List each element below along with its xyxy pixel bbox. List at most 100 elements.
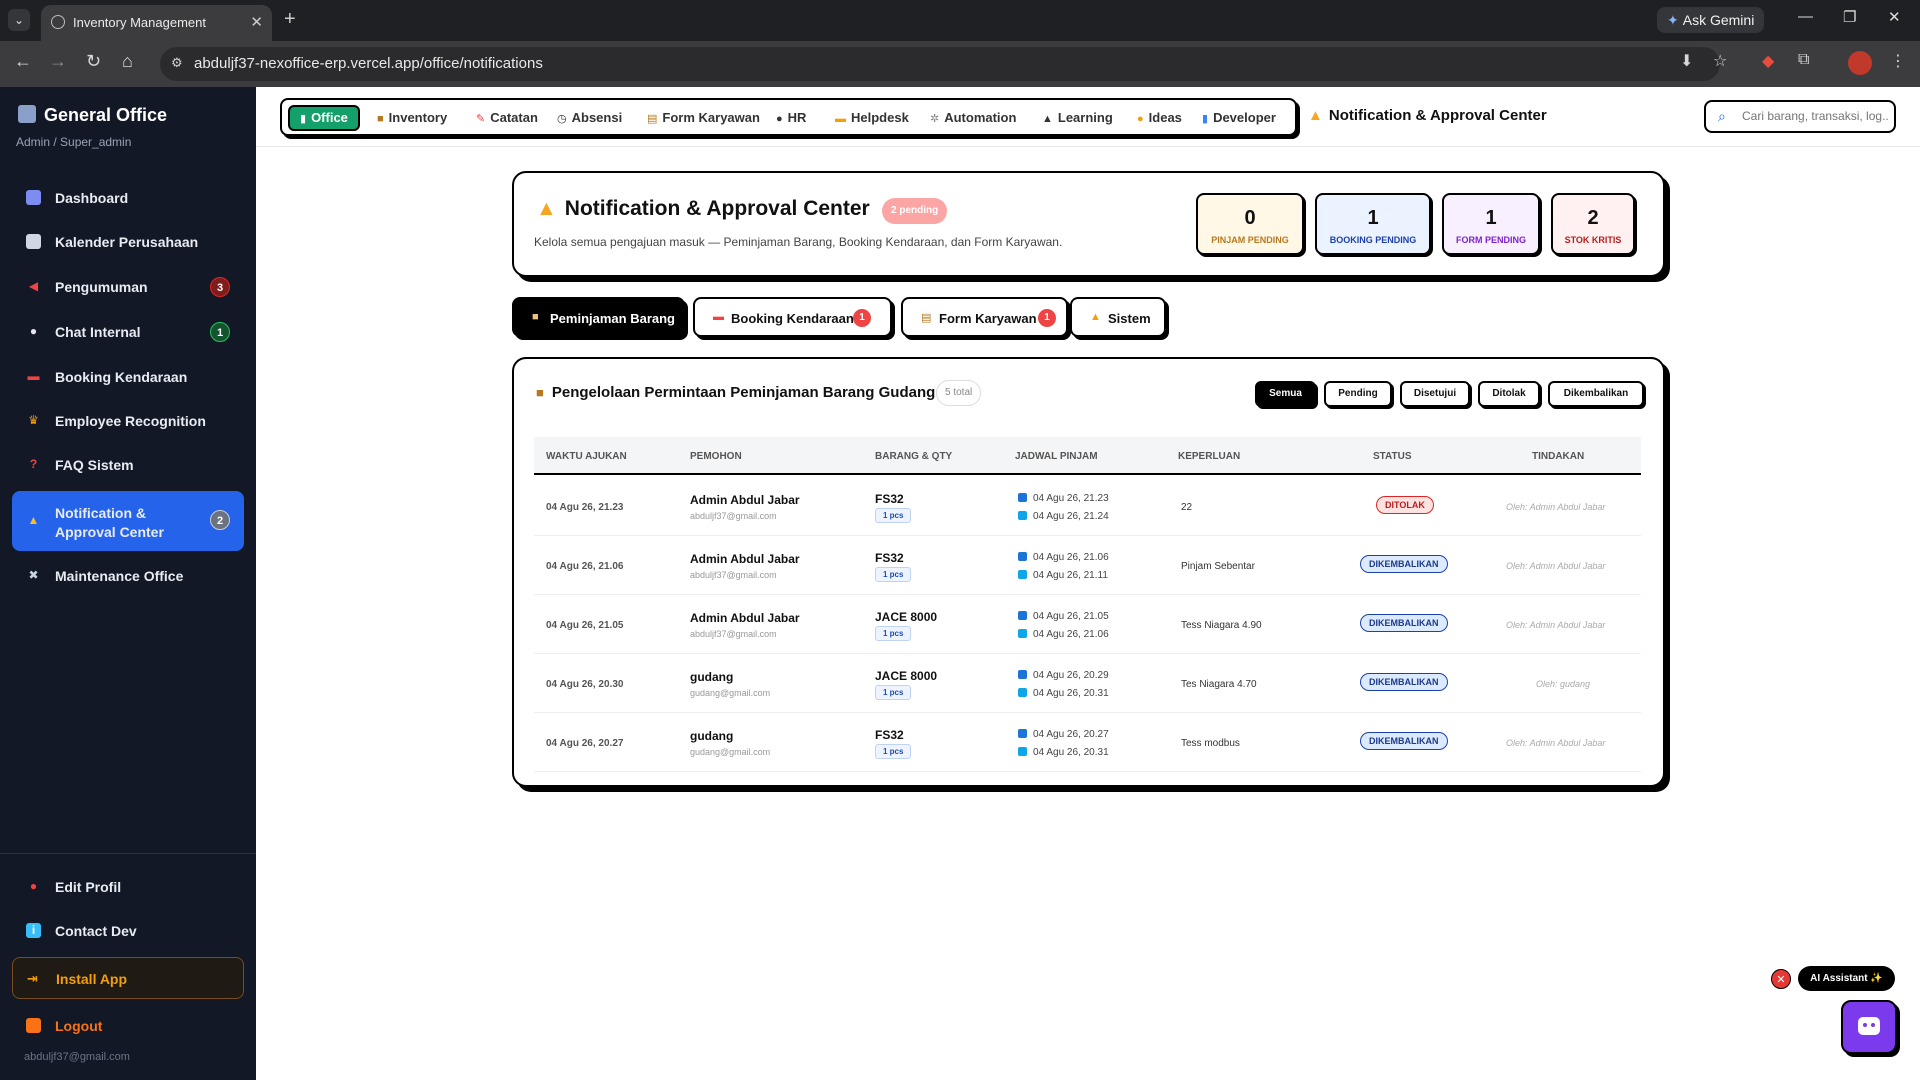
table-row[interactable]: 04 Agu 26, 21.05 Admin Abdul Jabar abduljf… xyxy=(534,595,1641,654)
tab-booking-kendaraan[interactable]: ▬ Booking Kendaraan 1 xyxy=(693,297,892,337)
lightbulb-icon: ● xyxy=(1137,113,1144,125)
logout-button[interactable]: Logout xyxy=(12,1007,244,1045)
install-page-icon[interactable]: ⬇ xyxy=(1680,51,1693,71)
book-icon: ▮ xyxy=(1202,113,1209,125)
status-badge: DIKEMBALIKAN xyxy=(1360,732,1448,750)
nav-learning[interactable]: ▲ Learning xyxy=(1042,105,1113,131)
top-navigation: ▮ Office ■ Inventory ✎ Catatan ◷ Absensi ▤ Fo… xyxy=(256,87,1920,147)
page-subtitle: Kelola semua pengajuan masuk — Peminjama… xyxy=(534,235,1063,249)
bookmark-star-icon[interactable]: ☆ xyxy=(1713,51,1727,71)
sidebar-item-faq[interactable]: ? FAQ Sistem xyxy=(12,446,244,484)
person-icon: ● xyxy=(776,113,783,125)
table-header: WAKTU AJUKAN PEMOHON BARANG & QTY JADWAL… xyxy=(534,437,1641,475)
item-name: FS32 xyxy=(875,551,904,565)
filter-pending[interactable]: Pending xyxy=(1324,381,1392,407)
search-icon: ⌕ xyxy=(1718,108,1726,124)
install-app-button[interactable]: ⇥ Install App xyxy=(12,957,244,999)
sidebar-item-maintenance[interactable]: ✖ Maintenance Office xyxy=(12,557,244,595)
nav-catatan[interactable]: ✎ Catatan xyxy=(476,105,538,131)
close-tab-icon[interactable]: ✕ xyxy=(250,13,263,31)
address-bar[interactable]: ⚙ abduljf37-nexoffice-erp.vercel.app/off… xyxy=(160,47,1720,81)
request-time: 04 Agu 26, 21.05 xyxy=(546,620,624,631)
filter-dikembalikan[interactable]: Dikembalikan xyxy=(1548,381,1644,407)
sidebar-item-edit-profile[interactable]: ● Edit Profil xyxy=(12,868,244,906)
filter-ditolak[interactable]: Ditolak xyxy=(1478,381,1540,407)
table-row[interactable]: 04 Agu 26, 20.30 gudang gudang@gmail.com JA… xyxy=(534,654,1641,713)
action-by: Oleh: Admin Abdul Jabar xyxy=(1506,561,1606,571)
nav-absensi[interactable]: ◷ Absensi xyxy=(557,105,622,131)
stat-form-pending[interactable]: 1 FORM PENDING xyxy=(1442,193,1540,255)
sidebar-item-chat[interactable]: ● Chat Internal 1 xyxy=(12,313,244,351)
stat-pinjam-pending[interactable]: 0 PINJAM PENDING xyxy=(1196,193,1304,255)
table-row[interactable]: 04 Agu 26, 21.23 Admin Abdul Jabar abduljf… xyxy=(534,477,1641,536)
tab-sistem[interactable]: ▲ Sistem xyxy=(1070,297,1166,337)
minimize-icon[interactable]: — xyxy=(1798,8,1813,25)
ai-assistant-button[interactable] xyxy=(1841,1000,1897,1054)
current-page-title: ▲ Notification & Approval Center xyxy=(1308,107,1547,124)
new-tab-icon[interactable]: + xyxy=(284,8,296,31)
browser-tab-title: Inventory Management xyxy=(73,15,206,30)
sidebar-item-calendar[interactable]: Kalender Perusahaan xyxy=(12,223,244,261)
tab-peminjaman-barang[interactable]: ■ Peminjaman Barang xyxy=(512,297,685,337)
home-icon[interactable]: ⌂ xyxy=(122,51,133,72)
search-input[interactable] xyxy=(1742,109,1888,123)
tab-search-icon[interactable]: ⌄ xyxy=(8,9,30,31)
announcements-badge: 3 xyxy=(210,277,230,297)
filter-disetujui[interactable]: Disetujui xyxy=(1400,381,1470,407)
forward-icon[interactable]: → xyxy=(49,51,67,72)
purpose: Tes Niagara 4.70 xyxy=(1181,679,1257,690)
notification-center-badge: 2 xyxy=(210,510,230,530)
close-assistant-icon[interactable]: ✕ xyxy=(1771,969,1791,989)
booking-tab-badge: 1 xyxy=(853,309,871,327)
nav-automation[interactable]: ✲ Automation xyxy=(930,105,1016,131)
ask-gemini-button[interactable]: ✦ Ask Gemini xyxy=(1657,7,1765,33)
action-by: Oleh: Admin Abdul Jabar xyxy=(1506,738,1606,748)
browser-tab[interactable]: Inventory Management ✕ xyxy=(41,5,272,41)
list-title: ■ Pengelolaan Permintaan Peminjaman Baran… xyxy=(536,384,936,401)
nav-helpdesk[interactable]: ▬ Helpdesk xyxy=(835,105,909,131)
nav-ideas[interactable]: ● Ideas xyxy=(1137,105,1182,131)
sidebar-item-announcements[interactable]: ◀ Pengumuman 3 xyxy=(12,268,244,306)
nav-office[interactable]: ▮ Office xyxy=(288,105,360,131)
purpose: 22 xyxy=(1181,502,1193,513)
nav-form-karyawan[interactable]: ▤ Form Karyawan xyxy=(647,105,760,131)
schedule-end: 04 Agu 26, 21.11 xyxy=(1018,570,1108,581)
item-name: JACE 8000 xyxy=(875,610,938,624)
sidebar-item-vehicle-booking[interactable]: ▬ Booking Kendaraan xyxy=(12,358,244,396)
user-icon: ● xyxy=(29,879,38,893)
close-window-icon[interactable]: ✕ xyxy=(1888,8,1901,26)
sidebar-item-employee-recognition[interactable]: ♛ Employee Recognition xyxy=(12,402,244,440)
status-badge: DIKEMBALIKAN xyxy=(1360,673,1448,691)
sidebar-item-dashboard[interactable]: Dashboard xyxy=(12,179,244,217)
extension-icon[interactable]: ◆ xyxy=(1762,51,1774,71)
table-row[interactable]: 04 Agu 26, 20.27 gudang gudang@gmail.com FS… xyxy=(534,713,1641,772)
profile-avatar[interactable] xyxy=(1848,51,1872,75)
nav-hr[interactable]: ● HR xyxy=(776,105,806,131)
ai-assistant-label[interactable]: AI Assistant ✨ xyxy=(1798,966,1895,991)
nav-developer[interactable]: ▮ Developer xyxy=(1202,105,1276,131)
site-info-icon[interactable]: ⚙ xyxy=(171,55,183,71)
sidebar-item-contact-dev[interactable]: i Contact Dev xyxy=(12,912,244,950)
extensions-puzzle-icon[interactable]: ⧉ xyxy=(1798,51,1809,69)
restore-icon[interactable]: ❐ xyxy=(1843,8,1856,26)
schedule-start: 04 Agu 26, 20.29 xyxy=(1018,670,1109,681)
stat-stok-kritis[interactable]: 2 STOK KRITIS xyxy=(1551,193,1635,255)
install-icon: ⇥ xyxy=(27,971,38,986)
tab-form-karyawan[interactable]: ▤ Form Karyawan 1 xyxy=(901,297,1068,337)
global-search[interactable]: ⌕ xyxy=(1704,100,1896,133)
stat-booking-pending[interactable]: 1 BOOKING PENDING xyxy=(1315,193,1431,255)
schedule-end: 04 Agu 26, 21.06 xyxy=(1018,629,1109,640)
box-icon: ■ xyxy=(377,113,384,125)
start-arrow-icon xyxy=(1018,552,1027,561)
col-pemohon: PEMOHON xyxy=(690,451,742,462)
loan-requests-card: ■ Pengelolaan Permintaan Peminjaman Baran… xyxy=(512,357,1665,787)
browser-toolbar: ← → ↻ ⌂ ⚙ abduljf37-nexoffice-erp.vercel… xyxy=(0,41,1920,87)
more-menu-icon[interactable]: ⋮ xyxy=(1890,51,1906,71)
table-row[interactable]: 04 Agu 26, 21.06 Admin Abdul Jabar abduljf… xyxy=(534,536,1641,595)
filter-semua[interactable]: Semua xyxy=(1255,381,1316,407)
page-title: ▲ Notification & Approval Center xyxy=(536,197,870,220)
sidebar-item-notification-center[interactable]: ▲ Notification & Approval Center 2 xyxy=(12,491,244,551)
reload-icon[interactable]: ↻ xyxy=(86,51,101,72)
nav-inventory[interactable]: ■ Inventory xyxy=(377,105,447,131)
back-icon[interactable]: ← xyxy=(14,51,32,72)
